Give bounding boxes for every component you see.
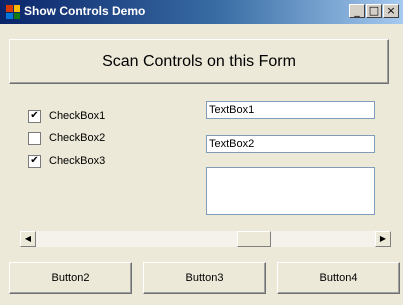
- textbox-1[interactable]: [206, 101, 375, 119]
- checkbox-1-box[interactable]: ✔: [28, 109, 41, 123]
- textbox-2[interactable]: [206, 135, 375, 153]
- checkbox-2-label: CheckBox2: [49, 132, 106, 144]
- app-icon-quadrant: [6, 12, 13, 19]
- button2[interactable]: Button2: [9, 262, 132, 294]
- button4[interactable]: Button4: [277, 262, 400, 294]
- scrollbar-thumb[interactable]: [237, 231, 272, 247]
- checkbox-1[interactable]: ✔ CheckBox1: [28, 108, 105, 124]
- app-icon-quadrant: [13, 5, 20, 12]
- title-bar[interactable]: Show Controls Demo _ □ ×: [0, 0, 403, 24]
- app-icon: [6, 5, 20, 19]
- scroll-right-arrow-icon[interactable]: ▶: [375, 231, 391, 247]
- checkbox-2-box[interactable]: [28, 131, 41, 145]
- checkbox-3[interactable]: ✔ CheckBox3: [28, 153, 105, 169]
- multiline-textbox[interactable]: [206, 167, 375, 215]
- checkbox-1-label: CheckBox1: [49, 110, 106, 122]
- scan-controls-button[interactable]: Scan Controls on this Form: [9, 39, 389, 84]
- scroll-left-arrow-icon[interactable]: ◀: [20, 231, 36, 247]
- app-icon-quadrant: [13, 12, 20, 19]
- app-icon-quadrant: [6, 5, 13, 12]
- button3[interactable]: Button3: [143, 262, 266, 294]
- checkbox-3-label: CheckBox3: [49, 155, 106, 167]
- maximize-button[interactable]: □: [366, 4, 382, 18]
- horizontal-scrollbar[interactable]: ◀ ▶: [20, 231, 391, 247]
- checkbox-2[interactable]: CheckBox2: [28, 130, 105, 146]
- close-button[interactable]: ×: [383, 4, 399, 18]
- checkbox-3-box[interactable]: ✔: [28, 154, 41, 168]
- minimize-button[interactable]: _: [349, 4, 365, 18]
- window-title: Show Controls Demo: [24, 4, 146, 18]
